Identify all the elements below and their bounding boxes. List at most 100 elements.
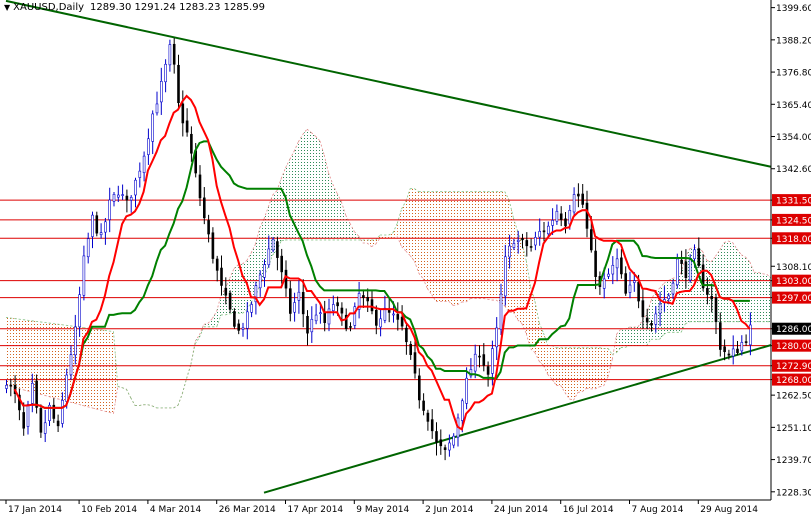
cloud-bearish-segment — [479, 192, 483, 299]
cloud-bullish-segment — [311, 133, 315, 240]
candle-body — [294, 303, 296, 313]
cloud-bearish-segment — [569, 348, 573, 400]
candle-body — [332, 304, 334, 310]
candle-body — [728, 354, 730, 355]
cloud-bullish-segment — [724, 241, 728, 322]
candle-body — [328, 309, 330, 324]
candle-body — [694, 250, 696, 259]
candle-body — [113, 194, 115, 201]
candle-body — [380, 319, 382, 327]
candle-body — [423, 401, 425, 411]
candle-body — [552, 220, 554, 225]
time-tick-label: 16 Jul 2014 — [563, 505, 614, 515]
cloud-bullish-segment — [316, 136, 320, 240]
candle-body — [522, 238, 524, 239]
price-tick-label: 1354.00 — [776, 133, 811, 143]
cloud-bearish-segment — [23, 320, 27, 391]
cloud-bullish-segment — [746, 257, 750, 322]
price-tick-label: 1272.90 — [776, 362, 811, 372]
cloud-bearish-segment — [109, 331, 113, 414]
candle-body — [719, 323, 721, 350]
candle-body — [616, 259, 618, 268]
candle-body — [500, 294, 502, 329]
candle-body — [410, 344, 412, 354]
candle-body — [646, 318, 648, 322]
cloud-bullish-segment — [630, 327, 634, 345]
candle-body — [461, 401, 463, 421]
candle-body — [96, 216, 98, 233]
candle-body — [668, 296, 670, 299]
price-tick-label: 1308.10 — [776, 263, 811, 273]
candle-body — [603, 279, 605, 288]
cloud-bearish-segment — [449, 192, 453, 306]
candle-body — [169, 45, 171, 65]
cloud-bearish-segment — [496, 192, 500, 303]
candle-body — [57, 421, 59, 426]
candle-body — [487, 367, 489, 375]
price-tick-label: 1262.50 — [776, 392, 811, 402]
cloud-bullish-segment — [234, 265, 238, 313]
cloud-bearish-segment — [28, 320, 32, 392]
cloud-bearish-segment — [436, 192, 440, 302]
cloud-bearish-segment — [49, 323, 53, 398]
candle-body — [311, 319, 313, 332]
cloud-bearish-segment — [565, 348, 569, 399]
candle-body — [466, 378, 468, 403]
price-tick-label: 1228.30 — [776, 488, 811, 498]
cloud-bearish-segment — [432, 192, 436, 302]
candle-body — [651, 323, 653, 325]
candle-body — [44, 423, 46, 434]
candle-body — [530, 246, 532, 247]
cloud-bearish-segment — [453, 192, 457, 306]
candle-body — [414, 353, 416, 374]
candle-body — [242, 328, 244, 330]
cloud-bearish-segment — [423, 192, 427, 289]
candle-body — [100, 233, 102, 235]
cloud-bullish-segment — [728, 241, 732, 322]
candle-body — [160, 81, 162, 102]
candle-body — [517, 240, 519, 241]
candle-body — [135, 180, 137, 195]
candle-body — [448, 443, 450, 450]
candle-body — [474, 354, 476, 371]
cloud-bearish-segment — [101, 330, 105, 411]
candle-body — [362, 295, 364, 297]
time-tick-label: 4 Mar 2014 — [150, 505, 202, 515]
candle-body — [483, 355, 485, 366]
candle-body — [251, 304, 253, 312]
candle-body — [199, 175, 201, 198]
candle-body — [560, 214, 562, 220]
candle-body — [130, 197, 132, 200]
candle-body — [104, 222, 106, 232]
candle-body — [676, 259, 678, 285]
candle-body — [233, 311, 235, 326]
candle-body — [582, 194, 584, 204]
cloud-bearish-segment — [96, 329, 100, 410]
candle-body — [672, 283, 674, 294]
cloud-bullish-segment — [634, 327, 638, 346]
candle-body — [83, 256, 85, 295]
candle-body — [711, 296, 713, 299]
cloud-bearish-segment — [45, 322, 49, 396]
price-chart[interactable]: 1399.601388.201376.801365.401354.001342.… — [0, 0, 811, 517]
time-tick-label: 29 Aug 2014 — [700, 505, 758, 515]
candle-body — [737, 349, 739, 353]
price-tick-label: 1399.60 — [776, 4, 811, 14]
candle-body — [685, 262, 687, 278]
cloud-bullish-segment — [298, 135, 302, 240]
candle-body — [186, 121, 188, 132]
cloud-bearish-segment — [440, 192, 444, 302]
candle-body — [216, 259, 218, 270]
candle-body — [298, 292, 300, 300]
candle-body — [698, 249, 700, 266]
candle-body — [126, 196, 128, 200]
cloud-bullish-segment — [303, 129, 307, 240]
candle-body — [341, 308, 343, 313]
cloud-bearish-segment — [599, 348, 603, 387]
chart-canvas[interactable]: 1399.601388.201376.801365.401354.001342.… — [0, 0, 811, 517]
candle-body — [87, 239, 89, 257]
candle-body — [23, 412, 25, 428]
candle-body — [393, 314, 395, 315]
candle-body — [577, 194, 579, 196]
candle-body — [10, 385, 12, 386]
